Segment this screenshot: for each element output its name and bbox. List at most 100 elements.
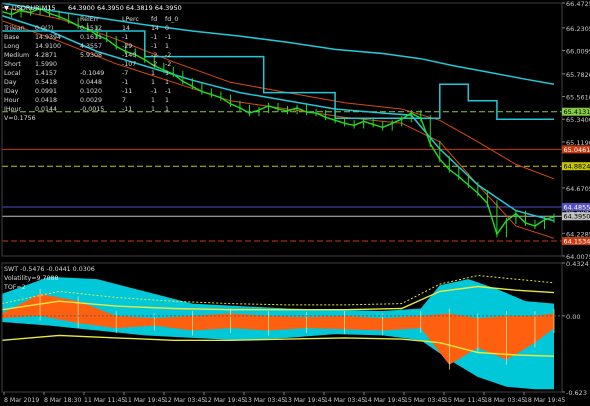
info-table-cell: -7 — [122, 70, 128, 77]
info-table-cell: Trilean — [3, 25, 25, 32]
info-table-cell: -1 — [151, 43, 157, 50]
sub-y-tick-label: 0.4324 — [566, 260, 589, 268]
info-table-cell: 1 — [151, 79, 155, 86]
x-tick-label: 14 Mar 03:45 — [324, 397, 365, 404]
info-table-cell: 1.5990 — [35, 61, 57, 68]
info-table-cell: Local — [4, 70, 21, 77]
info-table-cell: -29 — [122, 43, 132, 50]
x-tick-label: 8 Mar 18:30 — [44, 397, 81, 404]
info-table-cell: 1 — [165, 70, 169, 77]
y-tick-label: 66.2305 — [566, 25, 590, 33]
info-table-cell: 0 — [165, 25, 169, 32]
info-table-cell: 1 — [151, 70, 155, 77]
x-tick-label: 18 Mar 03:45 — [484, 397, 525, 404]
info-table-cell: -11 — [122, 88, 132, 95]
info-table-cell: 0.1020 — [80, 88, 102, 95]
info-table-header: RelErr — [80, 16, 99, 23]
info-table-cell: 0.5418 — [35, 79, 57, 86]
x-tick-label: 13 Mar 19:45 — [284, 397, 325, 404]
info-table-cell: 1 — [165, 106, 169, 113]
x-tick-label: 12 Mar 19:45 — [204, 397, 245, 404]
info-table-cell: -1 — [122, 34, 128, 41]
price-level-badge-label: 64.4855 — [564, 203, 590, 211]
x-tick-label: 11 Mar 19:45 — [124, 397, 165, 404]
info-table-cell: 14 — [151, 25, 159, 32]
info-table-cell: IHour — [4, 106, 21, 113]
info-table-cell: -11 — [122, 106, 132, 113]
info-table-cell: -1 — [165, 88, 171, 95]
info-table-cell: 1 — [165, 43, 169, 50]
info-table-cell: Base — [4, 34, 19, 41]
sub-y-tick-label: -0.623 — [566, 389, 587, 397]
info-table-cell: 1.4157 — [35, 70, 57, 77]
info-table-cell: -1 — [165, 34, 171, 41]
info-table-cell: -140 — [122, 52, 136, 59]
info-table-cell: -1 — [122, 79, 128, 86]
info-table-cell: Medium — [4, 52, 29, 59]
x-tick-label: 13 Mar 03:45 — [244, 397, 285, 404]
info-table-cell: 0.1512 — [80, 25, 102, 32]
y-tick-label: 65.5610 — [566, 94, 590, 102]
y-tick-label: 66.4725 — [566, 0, 590, 8]
info-table-cell: 14.9394 — [35, 34, 61, 41]
info-footer: V=0.1756 — [4, 115, 36, 122]
chart-symbol-label: USDRUR,M15 — [12, 4, 56, 12]
x-tick-label: 12 Mar 03:45 — [164, 397, 205, 404]
x-tick-label: 8 Mar 2019 — [4, 397, 39, 404]
info-table-cell: 14 — [122, 25, 130, 32]
x-tick-label: 11 Mar 11:45 — [84, 397, 125, 404]
sub-y-tick-label: 0.00 — [566, 313, 580, 321]
info-table-cell: -0.0015 — [80, 106, 104, 113]
y-tick-label: 66.0095 — [566, 48, 590, 56]
info-table-cell: Hour — [4, 97, 20, 104]
info-table-cell: -1 — [151, 34, 157, 41]
chart-ohlc-label: 64.3900 64.3950 64.3819 64.3950 — [68, 4, 182, 12]
info-table-header: LPerc — [122, 16, 139, 23]
info-table-cell: 4.2871 — [35, 52, 57, 59]
price-level-badge-label: 64.8824 — [564, 163, 590, 171]
info-table-cell: 1 — [165, 79, 169, 86]
price-level-badge-label: 64.1534 — [564, 238, 590, 246]
info-table-cell: 1 — [165, 97, 169, 104]
info-table-cell: 0.1611 — [80, 34, 102, 41]
info-table-cell: -2 — [165, 52, 171, 59]
info-table-cell: 0.0991 — [35, 88, 57, 95]
info-table-cell: 1 — [151, 106, 155, 113]
info-table-cell: 4.3557 — [80, 43, 102, 50]
info-table-header: fd — [151, 16, 157, 23]
x-tick-label: 14 Mar 19:45 — [364, 397, 405, 404]
price-level-badge-label: 65.4131 — [564, 108, 590, 116]
info-table-cell: -2 — [151, 52, 157, 59]
tof-label: TOF=2 — [3, 284, 26, 291]
x-tick-label: 15 Mar 03:45 — [404, 397, 445, 404]
info-table-cell: Long — [4, 43, 19, 50]
volatility-label: Volatility=9.7088 — [4, 275, 59, 282]
y-tick-label: 65.7820 — [566, 71, 590, 79]
info-table-cell: 0.0029 — [80, 97, 102, 104]
info-table-cell: -2 — [165, 61, 171, 68]
x-tick-label: 18 Mar 19:45 — [524, 397, 565, 404]
info-table-cell: -1 — [151, 88, 157, 95]
info-table-cell: 5.9308 — [80, 52, 102, 59]
info-table-cell: -107 — [122, 61, 136, 68]
info-table-cell: 1 — [151, 97, 155, 104]
swt-label: SWT -0.5476 -0.0441 0.0306 — [4, 266, 95, 273]
info-table-cell: Short — [4, 61, 21, 68]
info-table-header: fd_0 — [165, 16, 178, 23]
info-table-cell: 0.0(?) — [35, 25, 53, 32]
info-table-cell: 7 — [122, 97, 126, 104]
info-table-cell: 0.0144 — [35, 106, 57, 113]
price-level-badge-label: 64.3950 — [564, 213, 590, 221]
y-tick-label: 65.3400 — [566, 116, 590, 124]
info-table-cell: Day — [4, 79, 17, 86]
info-table-cell: -2 — [151, 61, 157, 68]
info-table-cell: IDay — [4, 88, 19, 95]
symbol-triangle-icon: ▼ — [4, 4, 9, 12]
info-table-cell: 0.0448 — [80, 79, 102, 86]
x-tick-label: 15 Mar 11:45 — [444, 397, 485, 404]
price-level-badge-label: 65.0461 — [564, 146, 590, 154]
info-table-cell: 14.9100 — [35, 43, 61, 50]
trading-chart: 66.4725 66.2305 66.0095 65.7820 65.5610 65.34… — [0, 0, 590, 406]
info-table-cell: -0.1049 — [80, 70, 104, 77]
info-table-cell: 0.0418 — [35, 97, 57, 104]
